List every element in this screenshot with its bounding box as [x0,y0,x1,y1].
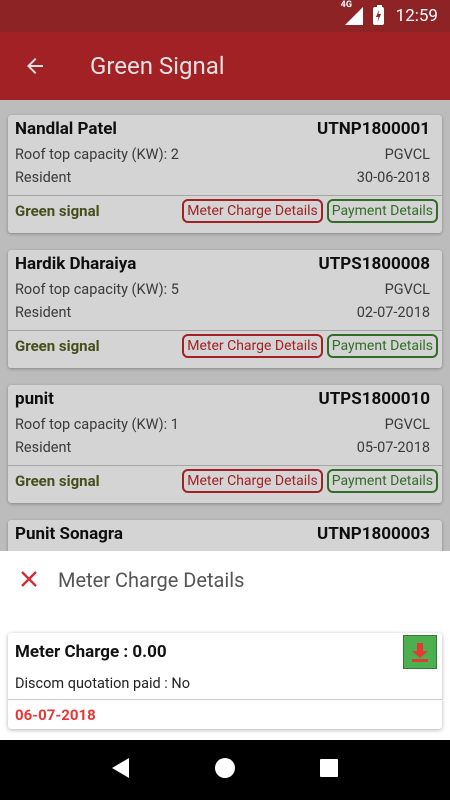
nav-back-icon[interactable] [111,757,131,783]
application-code: UTPS1800010 [318,389,430,409]
close-icon[interactable] [16,565,42,595]
meter-charge-bottom-sheet: Meter Charge Details Meter Charge : 0.00… [0,551,450,740]
date-text: 05-07-2018 [356,439,430,456]
capacity-text: Roof top capacity (KW): 2 [15,146,179,163]
discom-text: PGVCL [384,281,430,298]
app-bar: Green Signal [0,32,450,100]
meter-charge-card: Meter Charge : 0.00 Discom quotation pai… [8,633,442,729]
quotation-status: Discom quotation paid : No [15,675,191,692]
meter-charge-details-button[interactable]: Meter Charge Details [182,334,323,358]
discom-text: PGVCL [384,146,430,163]
status-text: Green signal [15,202,100,220]
application-code: UTPS1800008 [318,254,430,274]
status-text: Green signal [15,337,100,355]
date-text: 30-06-2018 [356,169,430,186]
navigation-bar [0,740,450,800]
back-arrow-icon[interactable] [0,54,70,78]
category-text: Resident [15,304,72,321]
divider [8,330,442,331]
payment-details-button[interactable]: Payment Details [326,469,438,493]
divider [8,465,442,466]
list-item[interactable]: Hardik Dharaiya UTPS1800008 Roof top capa… [8,250,442,368]
network-type: 4G [340,0,352,10]
divider [8,195,442,196]
battery-icon [372,5,384,25]
date-text: 02-07-2018 [356,304,430,321]
nav-recents-icon[interactable] [319,758,339,782]
list-item[interactable]: Nandlal Patel UTNP1800001 Roof top capaci… [8,115,442,233]
payment-details-button[interactable]: Payment Details [326,199,438,223]
meter-charge-details-button[interactable]: Meter Charge Details [182,469,323,493]
meter-charge-value: Meter Charge : 0.00 [15,642,167,662]
applicant-name: Hardik Dharaiya [15,254,137,274]
list-item[interactable]: Punit Sonagra UTNP1800003 [8,520,442,552]
category-text: Resident [15,439,72,456]
divider [8,699,442,700]
status-bar: 4G 12:59 [0,0,450,32]
application-code: UTNP1800003 [317,524,430,544]
application-code: UTNP1800001 [317,119,430,139]
meter-charge-details-button[interactable]: Meter Charge Details [182,199,323,223]
list-item[interactable]: punit UTPS1800010 Roof top capacity (KW):… [8,385,442,503]
meter-charge-date: 06-07-2018 [15,706,96,724]
clock: 12:59 [395,6,438,26]
applicant-name: Nandlal Patel [15,119,117,139]
green-signal-list[interactable]: Nandlal Patel UTNP1800001 Roof top capaci… [0,100,450,552]
capacity-text: Roof top capacity (KW): 5 [15,281,179,298]
category-text: Resident [15,169,72,186]
download-button[interactable] [403,635,437,669]
applicant-name: Punit Sonagra [15,524,123,544]
payment-details-button[interactable]: Payment Details [326,334,438,358]
nav-home-icon[interactable] [214,757,236,783]
status-text: Green signal [15,472,100,490]
signal-icon: 4G [341,0,363,25]
download-icon [412,643,428,662]
page-title: Green Signal [90,52,225,80]
discom-text: PGVCL [384,416,430,433]
sheet-title: Meter Charge Details [58,568,245,592]
capacity-text: Roof top capacity (KW): 1 [15,416,179,433]
applicant-name: punit [15,389,54,409]
